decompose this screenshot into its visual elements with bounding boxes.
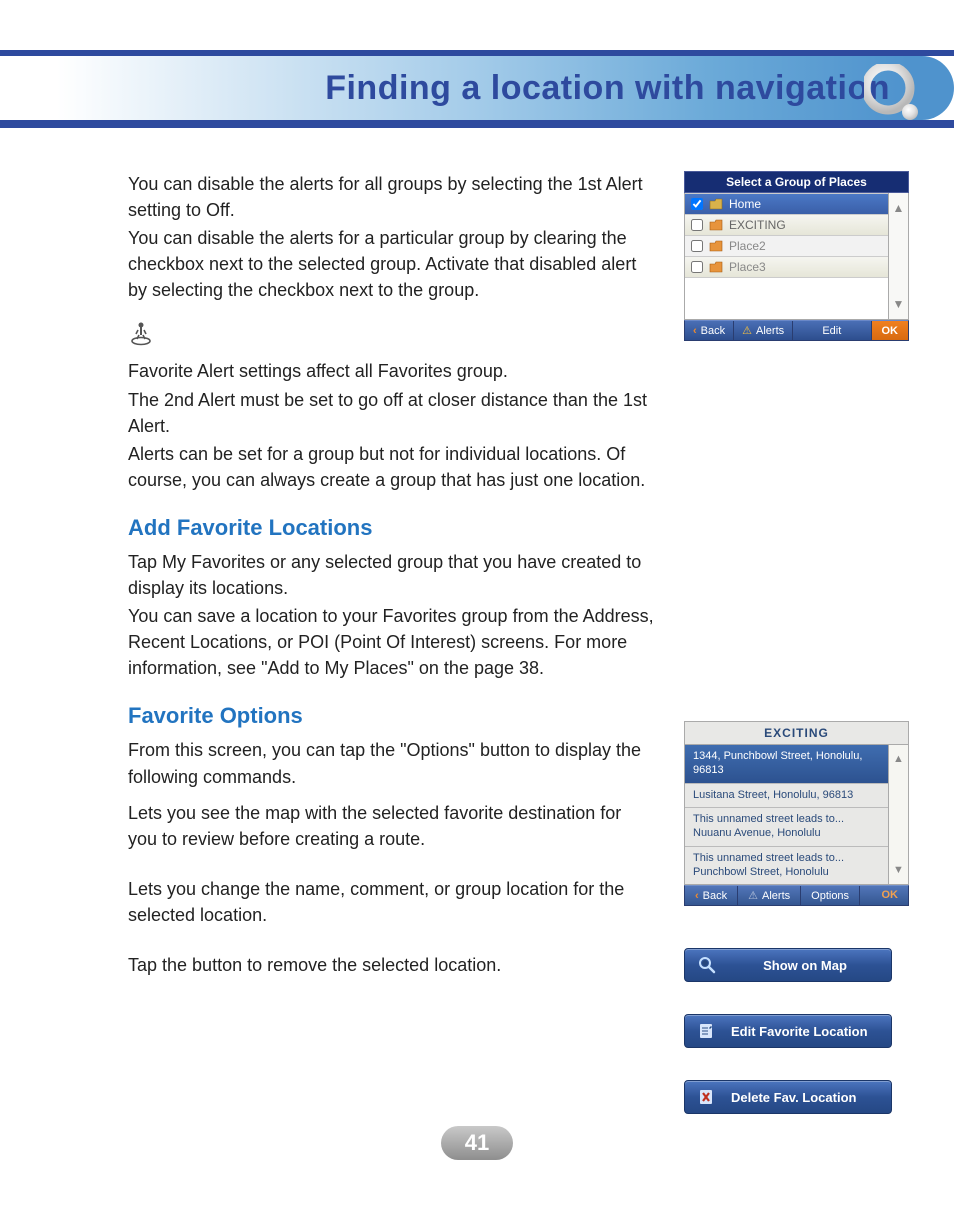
delete-icon <box>697 1087 717 1107</box>
groups-spacer <box>685 277 888 319</box>
groups-screen-title: Select a Group of Places <box>684 171 909 193</box>
scroll-up-icon[interactable]: ▲ <box>889 745 908 773</box>
page-title: Finding a location with navigation <box>325 69 890 108</box>
chevron-left-icon: ‹ <box>693 325 697 337</box>
location-row-3[interactable]: This unnamed street leads to... Nuuanu A… <box>685 808 888 847</box>
groups-row-exciting[interactable]: EXCITING <box>685 214 888 235</box>
alert-icon: ⚠ <box>742 324 752 337</box>
folder-icon <box>709 198 723 210</box>
note-line-2: The 2nd Alert must be set to go off at c… <box>128 387 654 439</box>
groups-row-place2[interactable]: Place2 <box>685 235 888 256</box>
groups-checkbox-exciting[interactable] <box>691 219 703 231</box>
opt-para-intro: From this screen, you can tap the "Optio… <box>128 737 654 789</box>
page-number: 41 <box>441 1126 513 1160</box>
groups-screen-body: Home EXCITING Place2 <box>684 193 909 320</box>
chevron-left-icon: ‹ <box>695 890 699 902</box>
locations-bottom-bar: ‹ Back ⚠ Alerts Options OK <box>684 885 909 906</box>
add-para-1: Tap My Favorites or any selected group t… <box>128 549 654 601</box>
delete-favorite-button[interactable]: Delete Fav. Location <box>684 1080 892 1114</box>
note-line-1: Favorite Alert settings affect all Favor… <box>128 358 654 384</box>
locations-screen-title: EXCITING <box>684 721 909 745</box>
groups-label-exciting: EXCITING <box>729 218 786 232</box>
groups-back-button[interactable]: ‹ Back <box>685 321 734 340</box>
groups-scrollbar[interactable]: ▲ ▼ <box>888 193 908 319</box>
groups-edit-button[interactable]: Edit <box>793 321 871 340</box>
locations-alerts-button[interactable]: ⚠ Alerts <box>738 886 801 905</box>
locations-ok-label: OK <box>882 889 899 901</box>
groups-label-place2: Place2 <box>729 239 766 253</box>
content-area: You can disable the alerts for all group… <box>0 135 954 1114</box>
groups-checkbox-place3[interactable] <box>691 261 703 273</box>
left-column: You can disable the alerts for all group… <box>128 171 654 1114</box>
folder-icon <box>709 219 723 231</box>
opt-para-delete: Tap the button to remove the selected lo… <box>128 952 654 978</box>
header-bottom-rule <box>0 120 954 128</box>
locations-ok-button[interactable]: OK <box>872 886 909 905</box>
ring-graphic-icon <box>864 64 932 132</box>
opt-para-show: Lets you see the map with the selected f… <box>128 800 654 852</box>
scroll-down-icon[interactable]: ▼ <box>889 289 908 319</box>
opt-para-edit: Lets you change the name, comment, or gr… <box>128 876 654 928</box>
edit-favorite-label: Edit Favorite Location <box>731 1024 868 1039</box>
edit-icon <box>697 1021 717 1041</box>
page-header: Finding a location with navigation <box>0 0 954 135</box>
para-disable-group: You can disable the alerts for a particu… <box>128 225 654 303</box>
para-disable-all: You can disable the alerts for all group… <box>128 171 654 223</box>
scroll-down-icon[interactable]: ▼ <box>889 856 908 884</box>
locations-alerts-label: Alerts <box>762 890 790 902</box>
right-column: Select a Group of Places Home <box>684 171 914 1114</box>
location-row-2[interactable]: Lusitana Street, Honolulu, 96813 <box>685 784 888 809</box>
note-icon <box>128 321 654 352</box>
groups-row-place3[interactable]: Place3 <box>685 256 888 277</box>
option-buttons-group: Show on Map Edit Favorite Location Delet… <box>684 948 914 1114</box>
show-on-map-label: Show on Map <box>731 958 879 973</box>
heading-favorite-options: Favorite Options <box>128 703 654 729</box>
edit-favorite-button[interactable]: Edit Favorite Location <box>684 1014 892 1048</box>
groups-bottom-bar: ‹ Back ⚠ Alerts Edit OK <box>684 320 909 341</box>
magnifier-icon <box>697 955 717 975</box>
show-on-map-button[interactable]: Show on Map <box>684 948 892 982</box>
groups-alerts-label: Alerts <box>756 325 784 337</box>
groups-list: Home EXCITING Place2 <box>685 193 888 319</box>
locations-options-button[interactable]: Options <box>801 886 860 905</box>
locations-back-label: Back <box>703 890 727 902</box>
groups-row-home[interactable]: Home <box>685 193 888 214</box>
groups-checkbox-home[interactable] <box>691 198 703 210</box>
location-row-4[interactable]: This unnamed street leads to... Punchbow… <box>685 847 888 885</box>
note-line-3: Alerts can be set for a group but not fo… <box>128 441 654 493</box>
locations-back-button[interactable]: ‹ Back <box>685 886 738 905</box>
groups-alerts-button[interactable]: ⚠ Alerts <box>734 321 793 340</box>
groups-label-place3: Place3 <box>729 260 766 274</box>
locations-scrollbar[interactable]: ▲ ▼ <box>888 745 908 884</box>
groups-checkbox-place2[interactable] <box>691 240 703 252</box>
folder-icon <box>709 261 723 273</box>
folder-icon <box>709 240 723 252</box>
locations-options-label: Options <box>811 890 849 902</box>
delete-favorite-label: Delete Fav. Location <box>731 1090 856 1105</box>
groups-label-home: Home <box>729 197 761 211</box>
heading-add-favorite: Add Favorite Locations <box>128 515 654 541</box>
locations-list: 1344, Punchbowl Street, Honolulu, 96813 … <box>685 745 888 884</box>
add-para-2: You can save a location to your Favorite… <box>128 603 654 681</box>
title-bar: Finding a location with navigation <box>0 56 954 120</box>
groups-screen: Select a Group of Places Home <box>684 171 909 341</box>
groups-back-label: Back <box>701 325 725 337</box>
locations-body: 1344, Punchbowl Street, Honolulu, 96813 … <box>684 745 909 885</box>
groups-ok-label: OK <box>882 325 899 337</box>
groups-edit-label: Edit <box>822 325 841 337</box>
scroll-up-icon[interactable]: ▲ <box>889 193 908 223</box>
locations-screen: EXCITING 1344, Punchbowl Street, Honolul… <box>684 721 909 906</box>
location-row-1[interactable]: 1344, Punchbowl Street, Honolulu, 96813 <box>685 745 888 784</box>
alert-icon: ⚠ <box>748 889 758 902</box>
groups-ok-button[interactable]: OK <box>872 321 909 340</box>
